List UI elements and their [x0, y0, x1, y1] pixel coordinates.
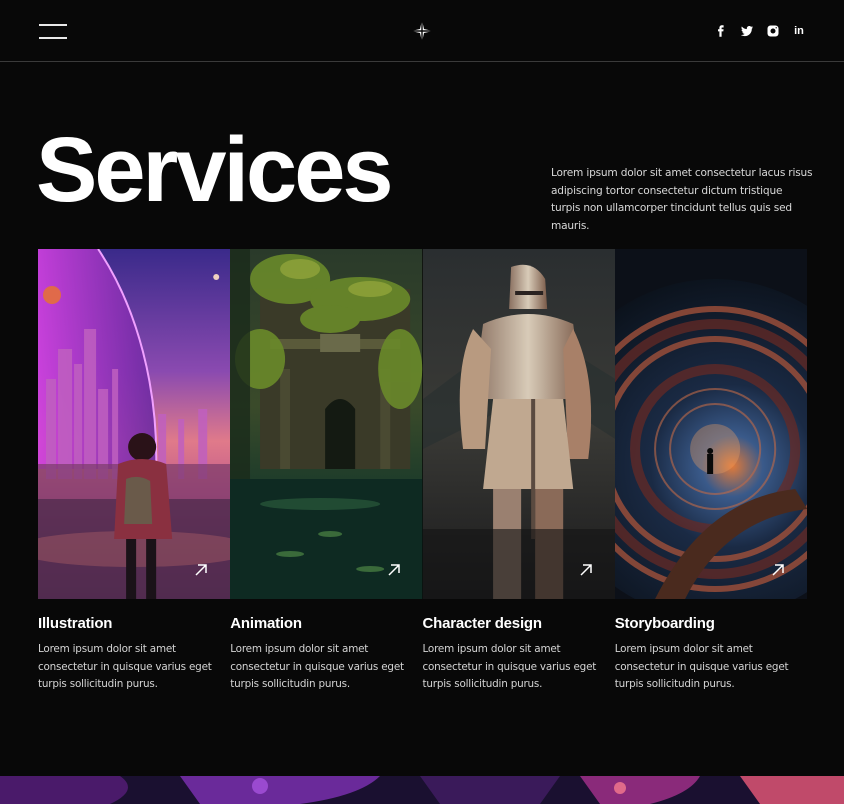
arrow-up-right-icon[interactable]: [771, 563, 785, 577]
service-card-animation[interactable]: Animation Lorem ipsum dolor sit amet con…: [230, 249, 423, 699]
arrow-up-right-icon[interactable]: [579, 563, 593, 577]
animation-image[interactable]: [230, 249, 423, 599]
linkedin-icon[interactable]: in: [792, 24, 806, 38]
next-section-banner-image: [0, 776, 844, 804]
twitter-icon[interactable]: [740, 24, 754, 38]
service-description: Lorem ipsum dolor sit amet consectetur i…: [230, 643, 404, 690]
instagram-icon[interactable]: [766, 24, 780, 38]
menu-line-bottom: [39, 37, 67, 39]
illustration-image[interactable]: [38, 249, 231, 599]
storyboarding-image[interactable]: [614, 249, 807, 599]
social-links: in: [714, 24, 806, 38]
page-title: Services: [36, 119, 394, 221]
arrow-up-right-icon[interactable]: [194, 563, 208, 577]
arrow-up-right-icon[interactable]: [387, 563, 401, 577]
services-grid: Illustration Lorem ipsum dolor sit amet …: [38, 249, 807, 699]
service-card-character-design[interactable]: Character design Lorem ipsum dolor sit a…: [422, 249, 615, 699]
service-title: Illustration: [38, 615, 113, 632]
hero-description: Lorem ipsum dolor sit amet consectetur l…: [551, 167, 813, 232]
service-description: Lorem ipsum dolor sit amet consectetur i…: [614, 643, 789, 690]
facebook-icon[interactable]: [714, 24, 728, 38]
service-description: Lorem ipsum dolor sit amet consectetur i…: [38, 643, 212, 690]
service-title: Character design: [422, 615, 543, 632]
service-title: Storyboarding: [614, 615, 715, 632]
service-card-storyboarding[interactable]: Storyboarding Lorem ipsum dolor sit amet…: [614, 249, 807, 699]
brand-logo-icon[interactable]: [411, 20, 433, 42]
character-design-image[interactable]: [422, 249, 615, 599]
service-card-illustration[interactable]: Illustration Lorem ipsum dolor sit amet …: [38, 249, 231, 699]
top-navigation-bar: in: [0, 0, 844, 62]
hamburger-menu-icon[interactable]: [39, 22, 67, 40]
service-title: Animation: [230, 615, 302, 632]
service-description: Lorem ipsum dolor sit amet consectetur i…: [422, 643, 597, 690]
menu-line-top: [39, 24, 67, 26]
